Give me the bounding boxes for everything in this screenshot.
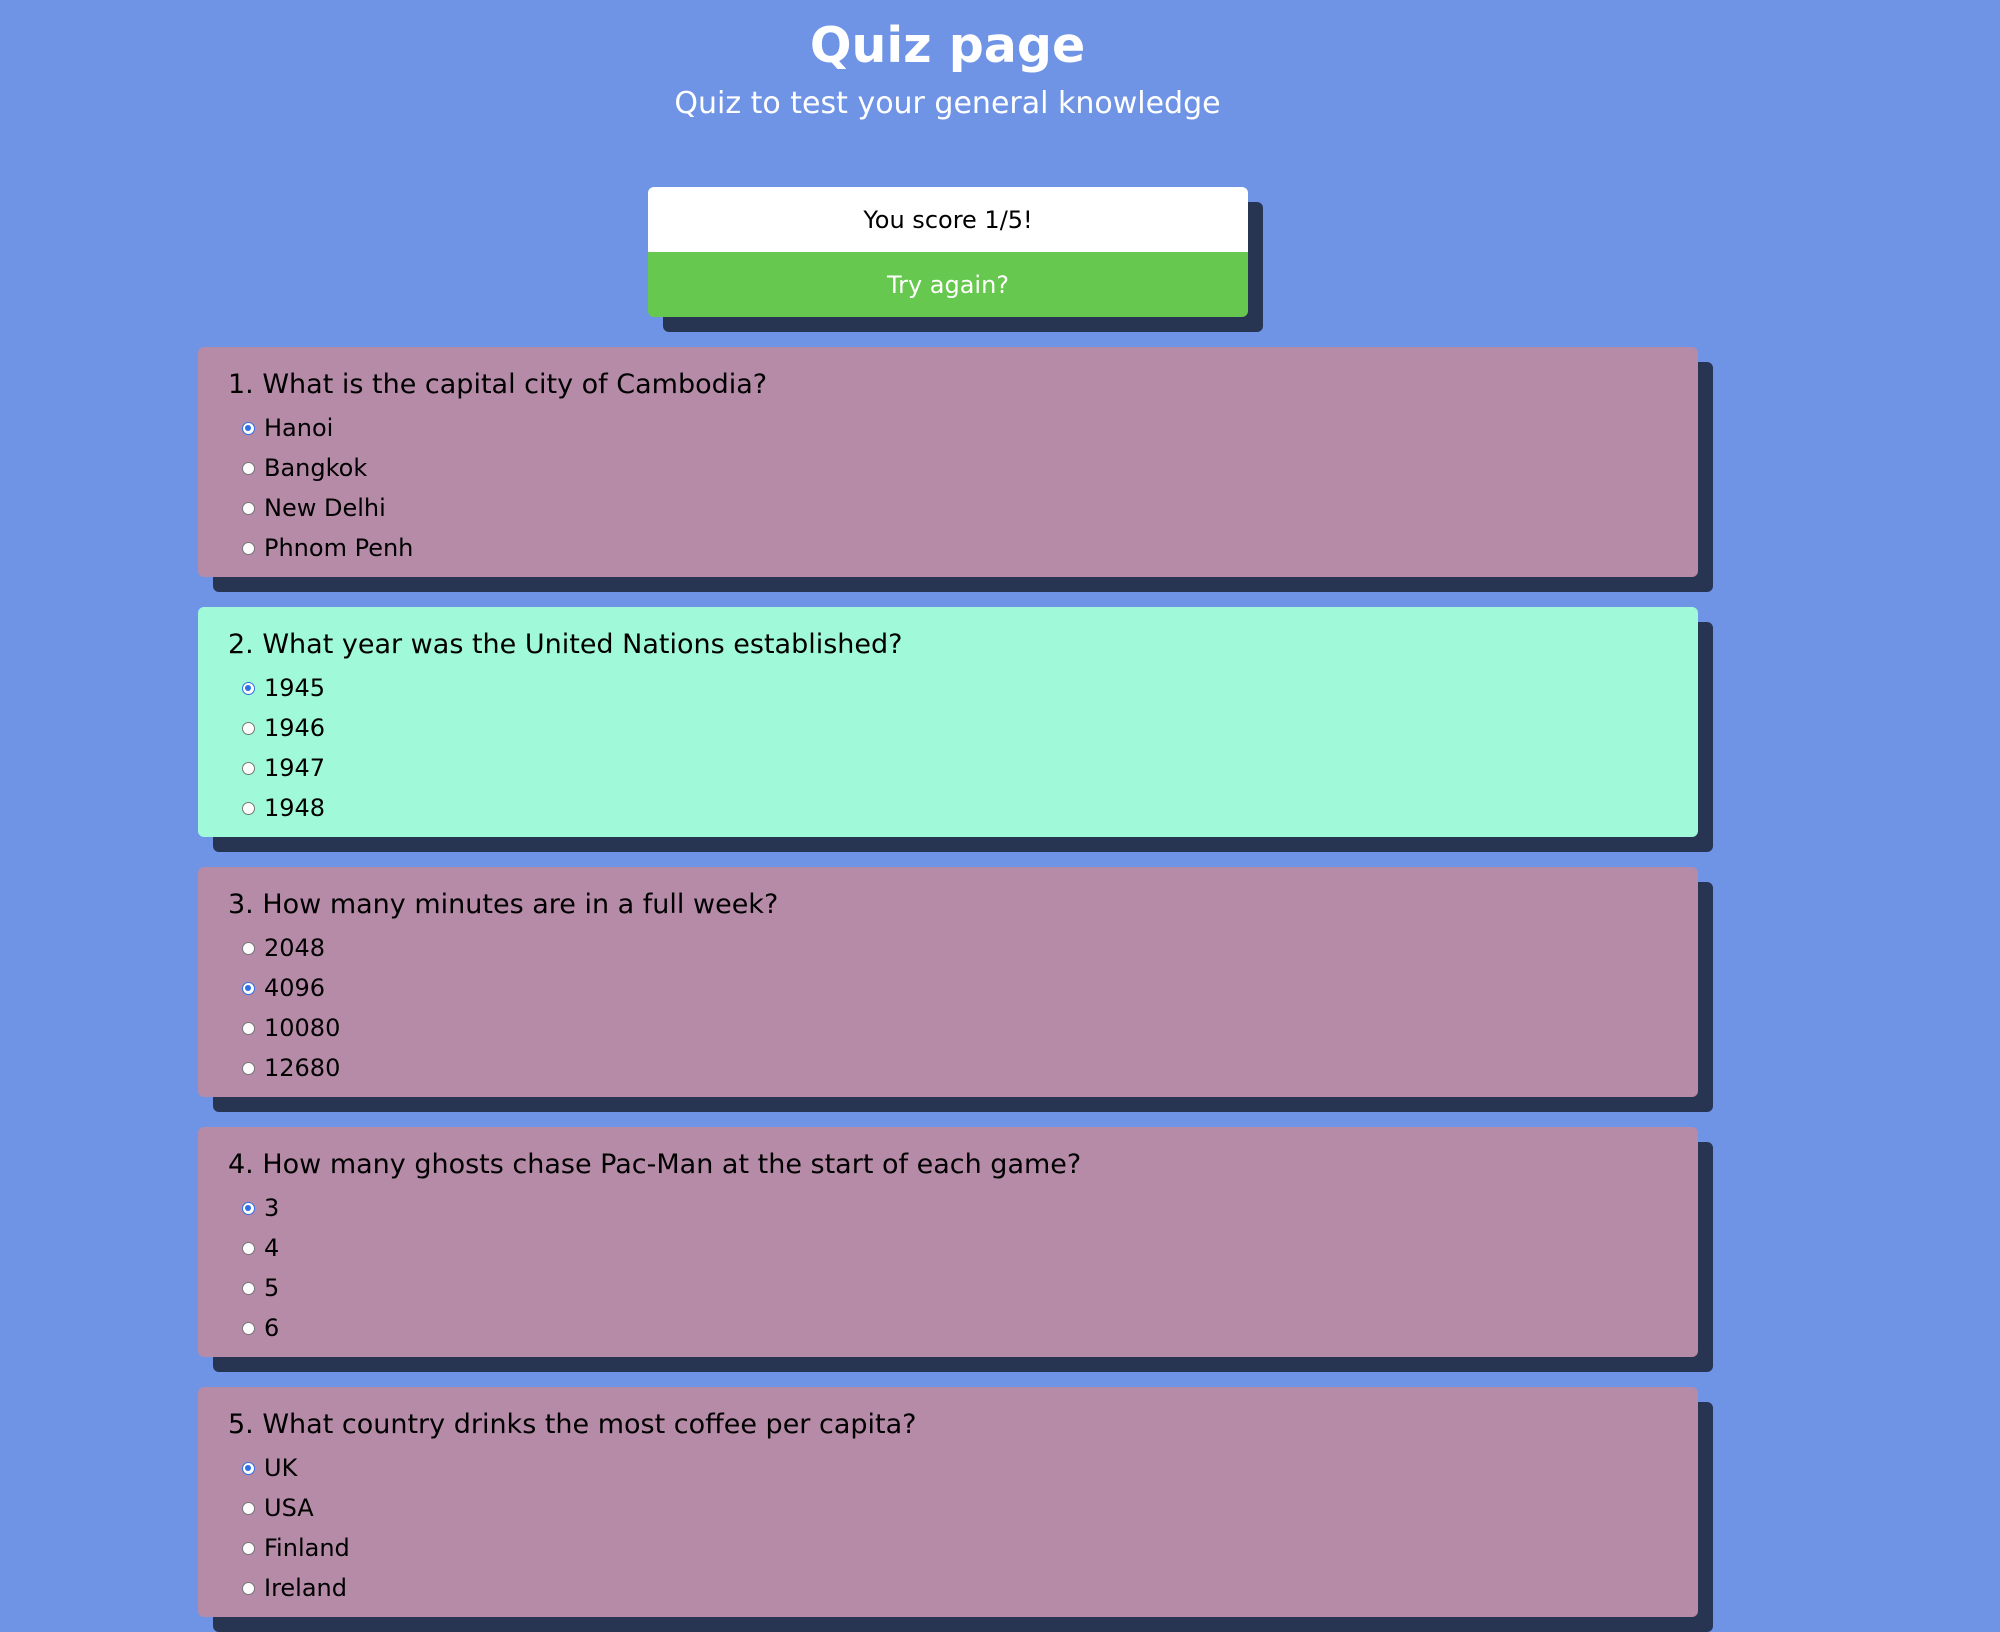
option-label: Phnom Penh: [264, 534, 414, 562]
radio-button[interactable]: [242, 541, 255, 555]
question-text: 3. How many minutes are in a full week?: [228, 889, 779, 920]
radio-button[interactable]: [242, 1061, 255, 1075]
radio-button[interactable]: [242, 421, 255, 435]
question-panel: 5. What country drinks the most coffee p…: [198, 1387, 1698, 1617]
option-uk[interactable]: UK: [228, 1448, 1668, 1488]
option-label: 4: [264, 1234, 280, 1262]
radio-button[interactable]: [242, 801, 255, 815]
radio-button[interactable]: [242, 1241, 255, 1255]
question-card-2: 2. What year was the United Nations esta…: [198, 607, 1713, 852]
radio-button[interactable]: [242, 941, 255, 955]
radio-button[interactable]: [242, 501, 255, 515]
question-panel: 2. What year was the United Nations esta…: [198, 607, 1698, 837]
option-1945[interactable]: 1945: [228, 668, 1668, 708]
option-label: New Delhi: [264, 494, 386, 522]
option-label: Finland: [264, 1534, 350, 1562]
option-4[interactable]: 4: [228, 1228, 1668, 1268]
radio-button[interactable]: [242, 761, 255, 775]
question-card-4: 4. How many ghosts chase Pac-Man at the …: [198, 1127, 1713, 1372]
question-card-3: 3. How many minutes are in a full week? …: [198, 867, 1713, 1112]
question-panel: 1. What is the capital city of Cambodia?…: [198, 347, 1698, 577]
option-label: 2048: [264, 934, 326, 962]
option-1947[interactable]: 1947: [228, 748, 1668, 788]
radio-button[interactable]: [242, 1281, 255, 1295]
question-card-1: 1. What is the capital city of Cambodia?…: [198, 347, 1713, 592]
option-5[interactable]: 5: [228, 1268, 1668, 1308]
radio-button[interactable]: [242, 721, 255, 735]
score-text: You score 1/5!: [648, 187, 1248, 252]
option-label: 1947: [264, 754, 326, 782]
option-usa[interactable]: USA: [228, 1488, 1668, 1528]
radio-button[interactable]: [242, 1461, 255, 1475]
option-label: UK: [264, 1454, 298, 1482]
question-text: 1. What is the capital city of Cambodia?: [228, 369, 768, 400]
radio-button[interactable]: [242, 681, 255, 695]
option-1946[interactable]: 1946: [228, 708, 1668, 748]
radio-button[interactable]: [242, 981, 255, 995]
question-panel: 4. How many ghosts chase Pac-Man at the …: [198, 1127, 1698, 1357]
option-ireland[interactable]: Ireland: [228, 1568, 1668, 1608]
option-new-delhi[interactable]: New Delhi: [228, 488, 1668, 528]
score-card: You score 1/5! Try again?: [648, 187, 1248, 317]
radio-button[interactable]: [242, 1321, 255, 1335]
option-phnom-penh[interactable]: Phnom Penh: [228, 528, 1668, 568]
try-again-button[interactable]: Try again?: [648, 252, 1248, 317]
option-4096[interactable]: 4096: [228, 968, 1668, 1008]
question-text: 4. How many ghosts chase Pac-Man at the …: [228, 1149, 1082, 1180]
page-subtitle: Quiz to test your general knowledge: [674, 86, 1221, 121]
radio-button[interactable]: [242, 1201, 255, 1215]
option-label: Hanoi: [264, 414, 334, 442]
option-label: 12680: [264, 1054, 341, 1082]
question-text: 5. What country drinks the most coffee p…: [228, 1409, 917, 1440]
question-text: 2. What year was the United Nations esta…: [228, 629, 903, 660]
option-finland[interactable]: Finland: [228, 1528, 1668, 1568]
page-header: Quiz page Quiz to test your general know…: [0, 0, 1895, 124]
option-label: 4096: [264, 974, 326, 1002]
option-label: 10080: [264, 1014, 341, 1042]
radio-button[interactable]: [242, 1541, 255, 1555]
option-label: 5: [264, 1274, 280, 1302]
option-bangkok[interactable]: Bangkok: [228, 448, 1668, 488]
radio-button[interactable]: [242, 1021, 255, 1035]
question-card-5: 5. What country drinks the most coffee p…: [198, 1387, 1713, 1632]
option-label: 3: [264, 1194, 280, 1222]
option-label: 1948: [264, 794, 326, 822]
option-label: Bangkok: [264, 454, 368, 482]
question-panel: 3. How many minutes are in a full week? …: [198, 867, 1698, 1097]
option-label: 1946: [264, 714, 326, 742]
option-label: USA: [264, 1494, 314, 1522]
option-label: 6: [264, 1314, 280, 1342]
score-panel: You score 1/5! Try again?: [648, 187, 1263, 332]
radio-button[interactable]: [242, 1501, 255, 1515]
option-10080[interactable]: 10080: [228, 1008, 1668, 1048]
option-6[interactable]: 6: [228, 1308, 1668, 1348]
option-3[interactable]: 3: [228, 1188, 1668, 1228]
option-2048[interactable]: 2048: [228, 928, 1668, 968]
radio-button[interactable]: [242, 1581, 255, 1595]
option-1948[interactable]: 1948: [228, 788, 1668, 828]
option-12680[interactable]: 12680: [228, 1048, 1668, 1088]
radio-button[interactable]: [242, 461, 255, 475]
page-title: Quiz page: [809, 17, 1086, 74]
option-label: Ireland: [264, 1574, 348, 1602]
option-hanoi[interactable]: Hanoi: [228, 408, 1668, 448]
option-label: 1945: [264, 674, 326, 702]
